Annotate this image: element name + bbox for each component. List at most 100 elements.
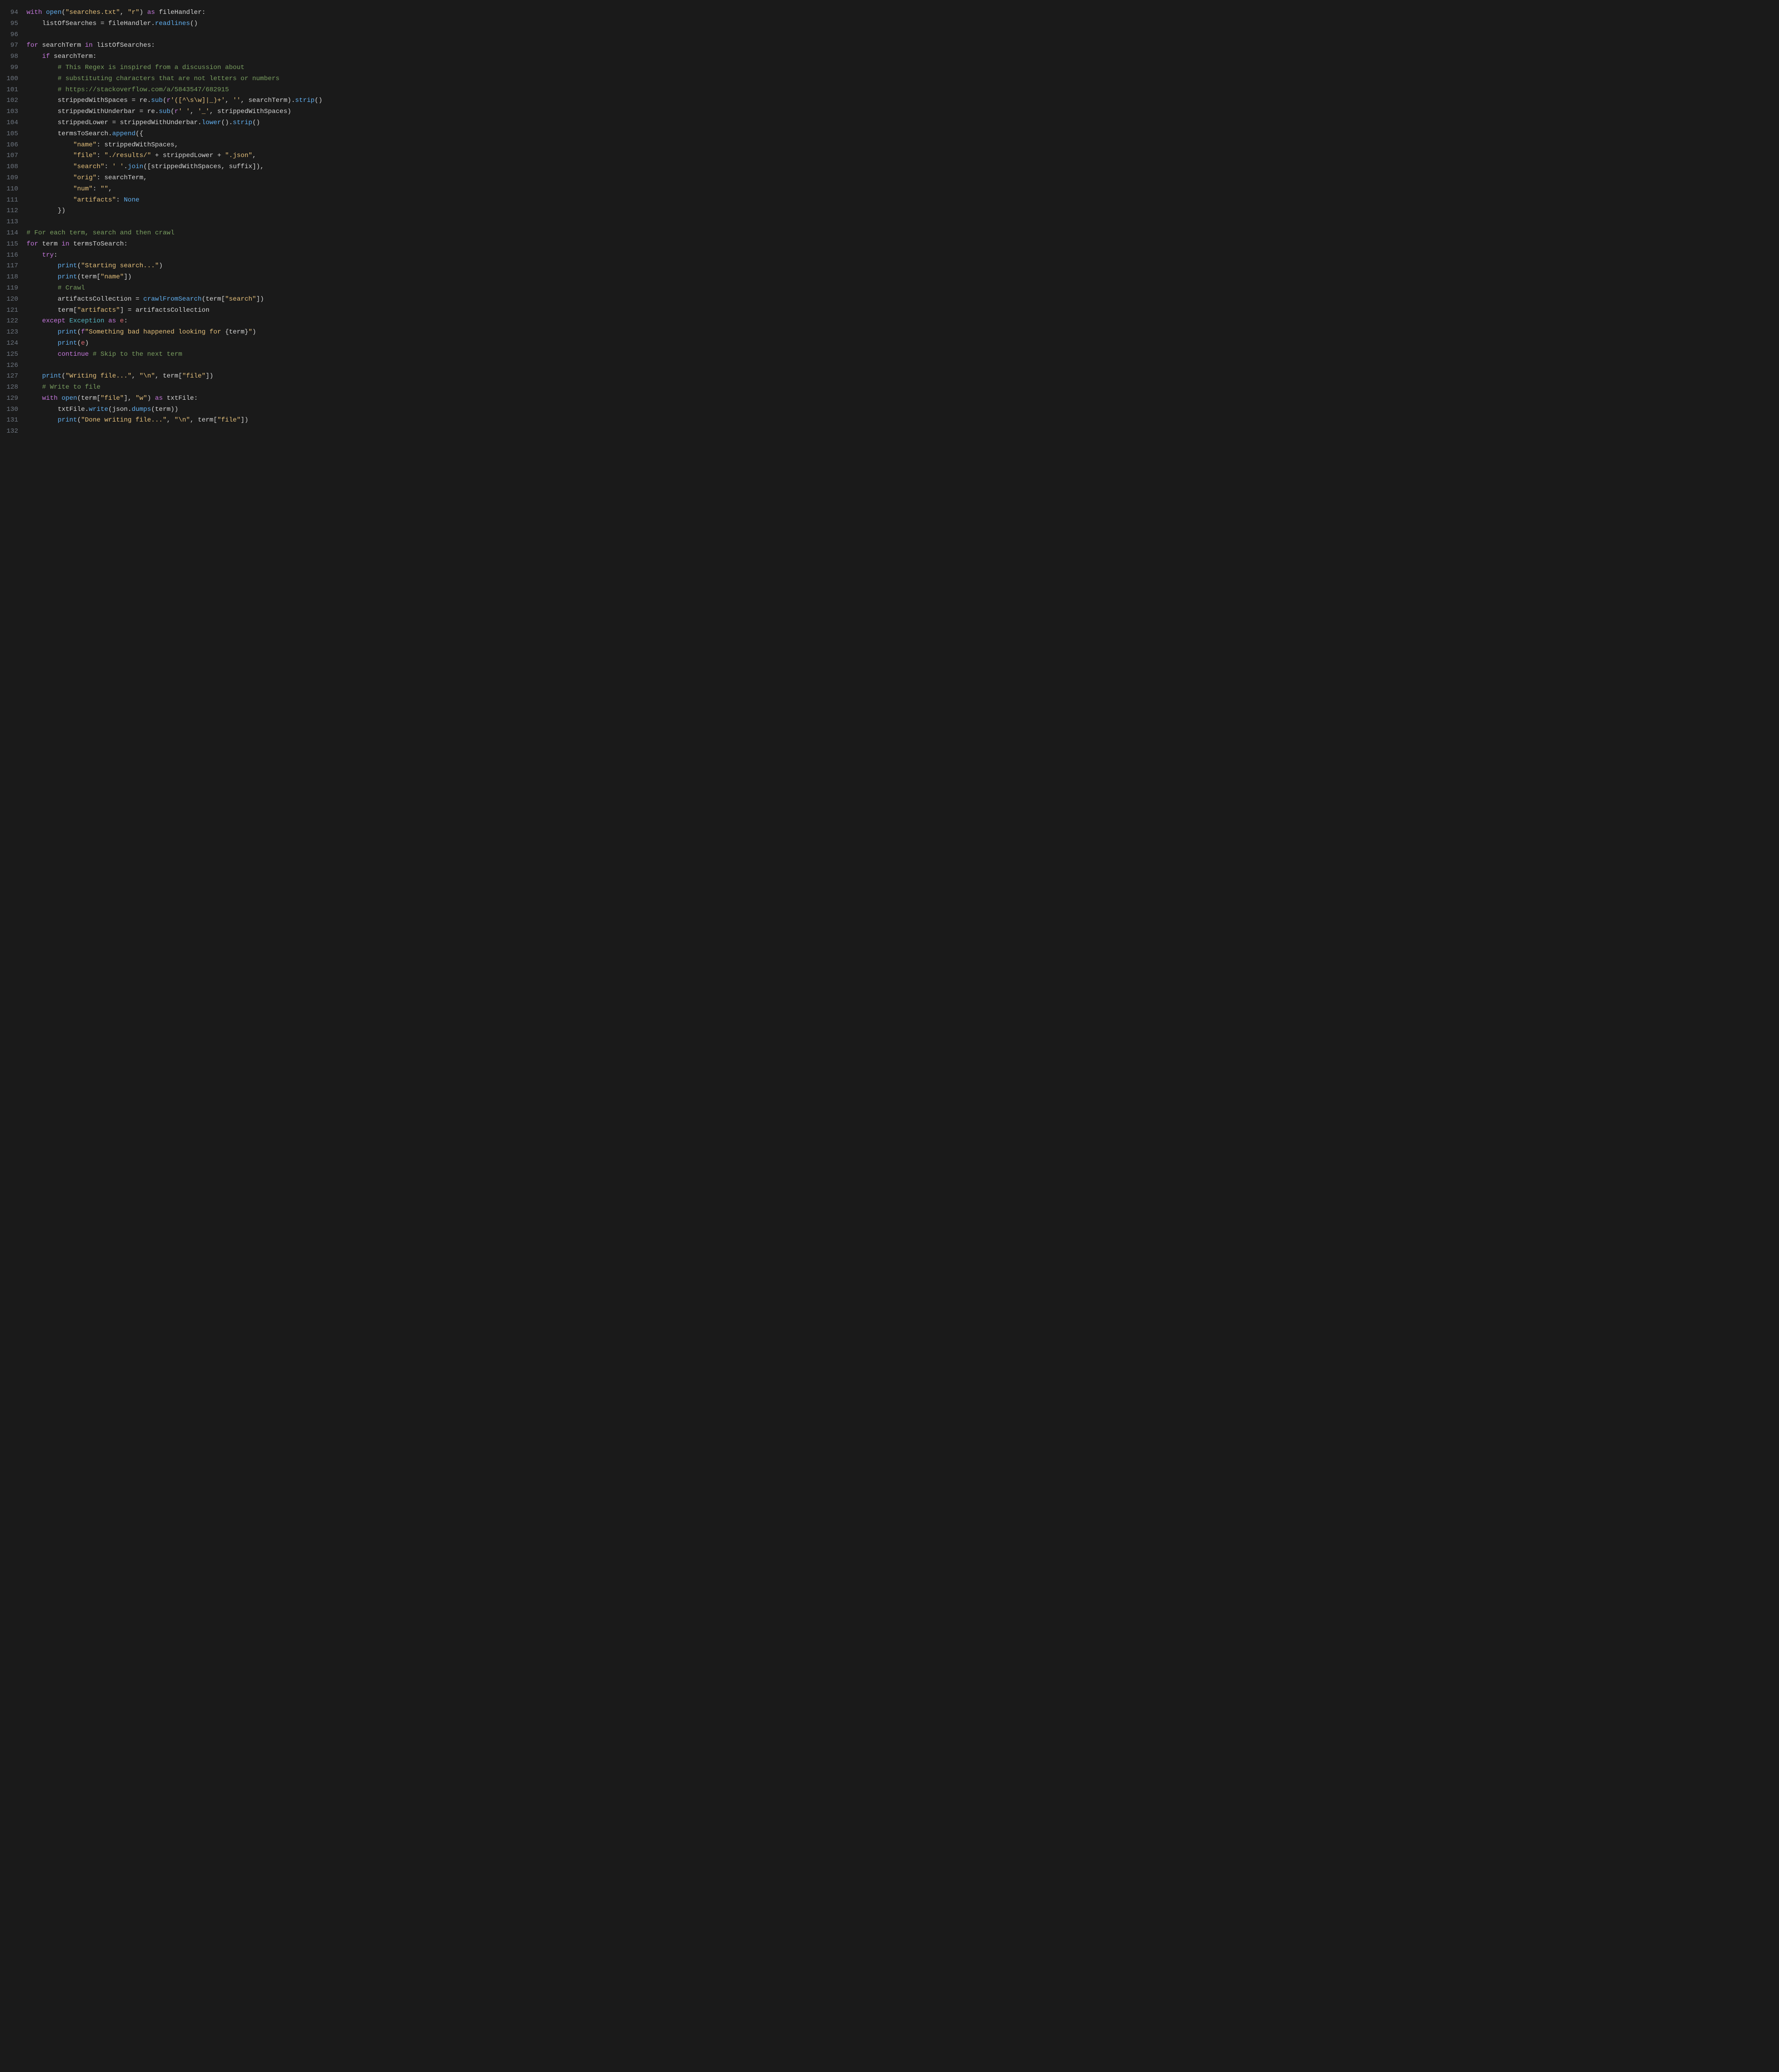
- code-line[interactable]: with open("searches.txt", "r") as fileHa…: [26, 7, 1779, 19]
- token-kw: as: [108, 317, 116, 325]
- code-line[interactable]: [26, 30, 1779, 41]
- code-line[interactable]: [26, 426, 1779, 437]
- code-line[interactable]: [26, 360, 1779, 372]
- line-number: 112: [6, 206, 18, 217]
- token-op: (: [108, 406, 112, 413]
- token-kw: as: [155, 395, 163, 402]
- code-line[interactable]: # Crawl: [26, 283, 1779, 294]
- token-id: txtFile: [167, 395, 194, 402]
- token-op: :: [93, 185, 101, 193]
- line-number: 119: [6, 283, 18, 294]
- token-id: re: [147, 108, 155, 115]
- code-line[interactable]: strippedLower = strippedWithUnderbar.low…: [26, 118, 1779, 129]
- code-line[interactable]: print("Starting search..."): [26, 261, 1779, 272]
- code-line[interactable]: "search": ' '.join([strippedWithSpaces, …: [26, 162, 1779, 173]
- token-op: ,: [155, 372, 163, 380]
- token-kw: with: [42, 395, 58, 402]
- code-line[interactable]: term["artifacts"] = artifactsCollection: [26, 305, 1779, 316]
- code-line[interactable]: for searchTerm in listOfSearches:: [26, 40, 1779, 51]
- code-editor[interactable]: 9495969798991001011021031041051061071081…: [0, 5, 1779, 440]
- token-str: "searches.txt": [65, 9, 120, 16]
- token-op: :: [93, 53, 96, 60]
- code-line[interactable]: try:: [26, 250, 1779, 261]
- token-id: json: [112, 406, 128, 413]
- token-op: ): [85, 340, 88, 347]
- token-sp: [26, 75, 57, 82]
- token-op: :: [124, 317, 127, 325]
- token-sp: [163, 395, 166, 402]
- code-line[interactable]: # substituting characters that are not l…: [26, 74, 1779, 85]
- line-number: 108: [6, 162, 18, 173]
- code-line[interactable]: continue # Skip to the next term: [26, 349, 1779, 360]
- code-area[interactable]: with open("searches.txt", "r") as fileHa…: [26, 7, 1779, 437]
- token-op: =: [108, 119, 120, 126]
- token-fn: join: [128, 163, 144, 170]
- code-line[interactable]: print(f"Something bad happened looking f…: [26, 327, 1779, 338]
- token-op: ): [287, 108, 291, 115]
- line-number: 125: [6, 349, 18, 360]
- line-number: 131: [6, 415, 18, 426]
- code-line[interactable]: if searchTerm:: [26, 51, 1779, 63]
- token-id: strippedWithUnderbar: [120, 119, 198, 126]
- token-op: ,: [225, 97, 233, 104]
- token-str: "\n": [139, 372, 155, 380]
- token-str: "Done writing file...": [81, 416, 167, 424]
- token-kw: continue: [57, 351, 88, 358]
- code-line[interactable]: "orig": searchTerm,: [26, 173, 1779, 184]
- token-fn: print: [57, 273, 77, 281]
- line-number: 132: [6, 426, 18, 437]
- token-op: =: [132, 296, 143, 303]
- code-line[interactable]: # Write to file: [26, 382, 1779, 393]
- code-line[interactable]: print(term["name"]): [26, 272, 1779, 283]
- token-op: (): [315, 97, 322, 104]
- code-line[interactable]: print("Writing file...", "\n", term["fil…: [26, 371, 1779, 382]
- token-id: fileHandler: [159, 9, 202, 16]
- token-id: term: [206, 296, 221, 303]
- token-op: (: [151, 406, 155, 413]
- code-line[interactable]: except Exception as e:: [26, 316, 1779, 327]
- code-line[interactable]: strippedWithSpaces = re.sub(r'([^\s\w]|_…: [26, 95, 1779, 107]
- code-line[interactable]: print("Done writing file...", "\n", term…: [26, 415, 1779, 426]
- code-line[interactable]: "num": "",: [26, 184, 1779, 195]
- code-line[interactable]: [26, 217, 1779, 228]
- code-line[interactable]: "file": "./results/" + strippedLower + "…: [26, 151, 1779, 162]
- line-number: 107: [6, 151, 18, 162]
- token-fn: sub: [151, 97, 163, 104]
- token-op: ]): [256, 296, 264, 303]
- token-op: .: [85, 406, 88, 413]
- token-id: artifactsCollection: [135, 307, 209, 314]
- code-line[interactable]: listOfSearches = fileHandler.readlines(): [26, 19, 1779, 30]
- code-line[interactable]: txtFile.write(json.dumps(term)): [26, 404, 1779, 416]
- token-op: :: [54, 252, 57, 259]
- token-id: txtFile: [57, 406, 85, 413]
- token-op: ,: [120, 9, 128, 16]
- code-line[interactable]: "artifacts": None: [26, 195, 1779, 206]
- token-fn: strip: [233, 119, 252, 126]
- token-sp: [26, 130, 57, 138]
- code-line[interactable]: # https://stackoverflow.com/a/5843547/68…: [26, 85, 1779, 96]
- token-str: '_': [198, 108, 209, 115]
- code-line[interactable]: for term in termsToSearch:: [26, 239, 1779, 250]
- line-number: 100: [6, 74, 18, 85]
- token-op: (: [77, 328, 81, 336]
- token-op: (): [190, 20, 198, 27]
- token-op: +: [151, 152, 163, 159]
- code-line[interactable]: print(e): [26, 338, 1779, 349]
- line-number: 128: [6, 382, 18, 393]
- code-line[interactable]: # For each term, search and then crawl: [26, 228, 1779, 239]
- token-str: "num": [73, 185, 93, 193]
- code-line[interactable]: termsToSearch.append({: [26, 129, 1779, 140]
- token-op: :: [96, 152, 104, 159]
- code-line[interactable]: with open(term["file"], "w") as txtFile:: [26, 393, 1779, 404]
- token-id: term: [163, 372, 178, 380]
- token-id: searchTerm: [104, 174, 143, 182]
- code-line[interactable]: # This Regex is inspired from a discussi…: [26, 63, 1779, 74]
- code-line[interactable]: strippedWithUnderbar = re.sub(r' ', '_',…: [26, 107, 1779, 118]
- code-line[interactable]: }): [26, 206, 1779, 217]
- code-line[interactable]: "name": strippedWithSpaces,: [26, 140, 1779, 151]
- line-number: 104: [6, 118, 18, 129]
- token-sp: [26, 262, 57, 270]
- code-line[interactable]: artifactsCollection = crawlFromSearch(te…: [26, 294, 1779, 305]
- line-number: 110: [6, 184, 18, 195]
- token-sp: [26, 185, 73, 193]
